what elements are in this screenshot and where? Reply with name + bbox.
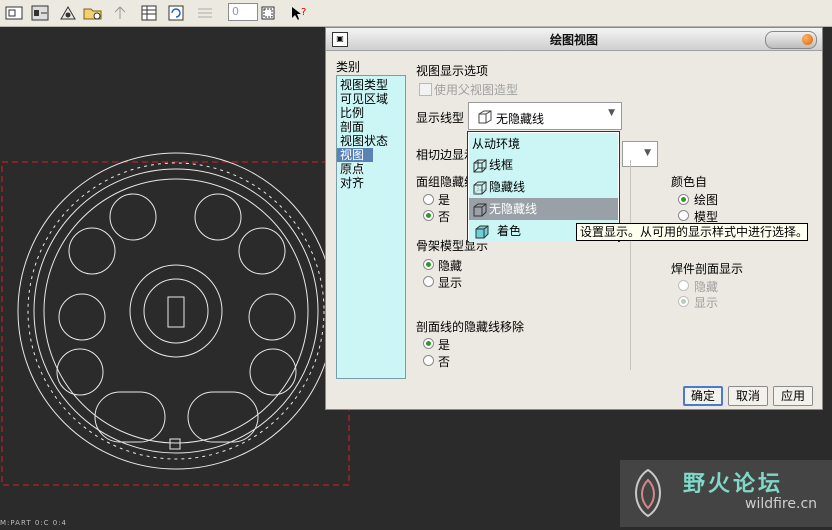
face-hidden-no-radio[interactable] [423, 210, 434, 221]
key-mark [169, 438, 181, 450]
dropdown-item-no-hidden[interactable]: 无隐藏线 [469, 198, 618, 220]
whats-this-icon[interactable]: ? [289, 3, 309, 23]
table-grid-icon[interactable] [139, 3, 159, 23]
tangent-edge-select[interactable]: ▼ [622, 141, 658, 167]
arrow-up-icon[interactable] [110, 3, 130, 23]
gear-teeth [27, 162, 325, 460]
use-parent-style-checkbox[interactable] [419, 83, 432, 96]
category-item-alignment[interactable]: 对齐 [337, 176, 405, 190]
apply-button[interactable]: 应用 [773, 386, 813, 406]
section-hidden-yes-label: 是 [438, 338, 451, 352]
skeleton-show-label: 显示 [438, 276, 463, 290]
weld-show-label: 显示 [694, 296, 719, 310]
watermark-title: 野火论坛 [683, 472, 784, 497]
weld-section-label: 焊件剖面显示 [671, 262, 744, 276]
chevron-down-icon: ▼ [608, 108, 615, 118]
lightening-hole [56, 348, 104, 396]
face-hidden-yes-radio[interactable] [423, 194, 434, 205]
list-icon[interactable] [195, 3, 215, 23]
category-item-view-type[interactable]: 视图类型 [337, 78, 405, 92]
lightening-hole [194, 193, 242, 241]
watermark-url: wildfire.cn [745, 496, 818, 512]
face-hidden-no-label: 否 [438, 210, 451, 224]
dropdown-item-default[interactable]: 从动环境 [469, 133, 618, 155]
lightening-hole [109, 193, 157, 241]
lightening-hole [58, 293, 106, 341]
category-label: 类别 [336, 60, 361, 74]
skeleton-show-radio[interactable] [423, 276, 434, 287]
color-from-label: 颜色自 [671, 175, 708, 189]
section-hidden-label: 剖面线的隐藏线移除 [416, 320, 525, 334]
watermark-logo [635, 468, 661, 518]
category-item-view-state[interactable]: 视图状态 [337, 134, 405, 148]
zoom-input[interactable]: 0 [228, 3, 258, 21]
display-style-select[interactable]: 无隐藏线 ▼ [468, 102, 622, 130]
section-hidden-yes-radio[interactable] [423, 338, 434, 349]
face-hidden-yes-label: 是 [438, 193, 451, 207]
bore [143, 278, 209, 344]
wireframe-cube-icon [473, 159, 487, 172]
open-folder-icon[interactable] [83, 3, 103, 23]
category-list[interactable]: 视图类型 可见区域 比例 剖面 视图状态 视图显示 原点 对齐 [336, 75, 406, 379]
status-readout: M:PART 0:C 0:4 [0, 519, 68, 527]
lightening-hole [249, 348, 297, 396]
gear-inner-ring [33, 168, 319, 454]
category-item-section[interactable]: 剖面 [337, 120, 405, 134]
zoom-window-icon[interactable] [4, 3, 24, 23]
color-model-radio[interactable] [678, 210, 689, 221]
use-parent-style-label: 使用父视图造型 [434, 83, 519, 97]
eye-view-icon[interactable] [58, 3, 78, 23]
shaded-cube-icon [475, 225, 489, 238]
dropdown-item-hidden-line[interactable]: 隐藏线 [469, 176, 618, 198]
gear-rim [43, 178, 309, 444]
category-item-visible-area[interactable]: 可见区域 [337, 92, 405, 106]
skeleton-hide-label: 隐藏 [438, 259, 463, 273]
column-divider [630, 160, 631, 370]
display-style-value: 无隐藏线 [496, 112, 545, 126]
dialog-titlebar[interactable]: ▣ 绘图视图 [326, 28, 822, 51]
skeleton-hide-radio[interactable] [423, 259, 434, 270]
weld-hide-radio[interactable] [678, 280, 689, 291]
cancel-button[interactable]: 取消 [728, 386, 768, 406]
lightening-hole [68, 227, 116, 275]
lightening-hole [248, 293, 296, 341]
color-drawing-radio[interactable] [678, 194, 689, 205]
category-item-view-display[interactable]: 视图显示 [337, 148, 373, 176]
dialog-title: 绘图视图 [549, 33, 598, 47]
category-item-scale[interactable]: 比例 [337, 106, 405, 120]
ok-button[interactable]: 确定 [683, 386, 723, 406]
category-item-origin[interactable]: 原点 [337, 162, 405, 176]
main-toolbar: 0 ? [0, 0, 832, 27]
svg-text:?: ? [301, 7, 306, 18]
dropdown-item-wireframe[interactable]: 线框 [469, 154, 618, 176]
frame-icon[interactable] [258, 3, 278, 23]
chevron-down-icon: ▼ [644, 148, 651, 158]
section-title: 视图显示选项 [416, 64, 489, 78]
weld-hide-label: 隐藏 [694, 280, 719, 294]
shaded-eye-icon[interactable] [30, 3, 50, 23]
close-control[interactable] [765, 31, 817, 49]
tooltip: 设置显示。从可用的显示样式中进行选择。 [576, 223, 808, 241]
color-drawing-label: 绘图 [694, 193, 719, 207]
gear-outer-ring [17, 152, 335, 470]
refresh-icon[interactable] [166, 3, 186, 23]
keyway [167, 296, 185, 328]
weld-show-radio[interactable] [678, 296, 689, 307]
display-style-label: 显示线型 [416, 111, 465, 125]
close-icon[interactable] [802, 34, 813, 45]
section-hidden-no-radio[interactable] [423, 355, 434, 366]
section-hidden-no-label: 否 [438, 355, 451, 369]
hidden-line-cube-icon [473, 181, 487, 194]
no-hidden-cube-icon [478, 110, 492, 124]
lightening-hole [238, 227, 286, 275]
no-hidden-cube-icon [473, 203, 487, 216]
